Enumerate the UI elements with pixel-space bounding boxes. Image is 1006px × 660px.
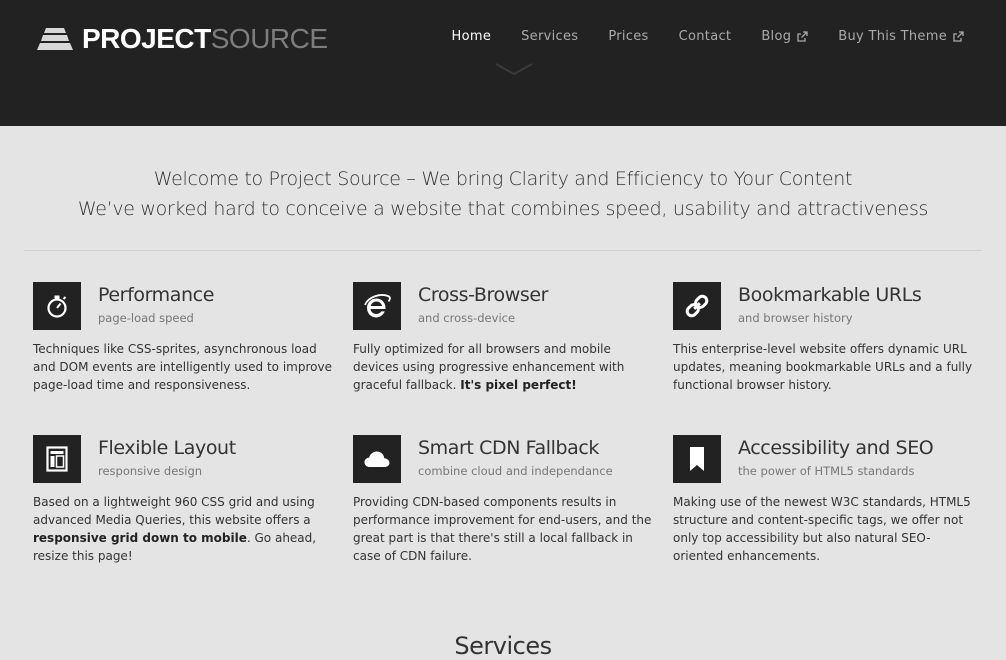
feature-subtitle: responsive design <box>98 464 203 478</box>
divider <box>24 250 982 251</box>
feature-title: Accessibility and SEO <box>738 437 934 459</box>
external-link-icon <box>953 31 964 42</box>
nav-contact[interactable]: Contact <box>679 28 732 46</box>
feature-subtitle: page-load speed <box>98 311 194 325</box>
intro-text: Welcome to Project Source – We bring Cla… <box>0 164 1006 224</box>
nav-blog-label: Blog <box>761 29 792 44</box>
pyramid-logo-icon <box>37 28 73 50</box>
cloud-icon <box>353 435 401 483</box>
feature-subtitle: and cross-device <box>418 311 516 325</box>
nav-prices[interactable]: Prices <box>608 28 648 46</box>
browser-e-icon <box>353 282 401 330</box>
feature-description: Making use of the newest W3C standards, … <box>673 495 971 563</box>
logo-text-source: SOURCE <box>210 23 328 54</box>
feature-title: Flexible Layout <box>98 437 236 459</box>
nav-services[interactable]: Services <box>521 28 578 46</box>
feature-title: Performance <box>98 284 215 306</box>
feature-description: Providing CDN-based components results i… <box>353 495 652 563</box>
nav-contact-label: Contact <box>678 29 732 44</box>
services-heading: Services <box>454 632 552 660</box>
nav-home[interactable]: Home <box>452 28 492 46</box>
nav-prices-label: Prices <box>608 29 649 44</box>
feature-title: Cross-Browser <box>418 284 549 306</box>
link-icon <box>673 282 721 330</box>
external-link-icon <box>797 31 808 42</box>
intro-line-1: Welcome to Project Source – We bring Cla… <box>153 168 853 190</box>
active-nav-pointer-icon <box>495 63 533 75</box>
logo[interactable]: PROJECTSOURCE <box>36 22 328 56</box>
feature-title: Smart CDN Fallback <box>418 437 600 459</box>
bookmark-icon <box>673 435 721 483</box>
nav-services-label: Services <box>521 29 579 44</box>
nav-buy-theme[interactable]: Buy This Theme <box>838 28 964 46</box>
logo-text-project: PROJECT <box>82 23 211 54</box>
feature-title: Bookmarkable URLs <box>738 284 922 306</box>
feature-description: Fully optimized for all browsers and mob… <box>353 342 625 392</box>
nav-buy-theme-label: Buy This Theme <box>838 29 947 44</box>
feature-subtitle: and browser history <box>738 311 853 325</box>
nav-blog[interactable]: Blog <box>761 28 808 46</box>
main-content: Welcome to Project Source – We bring Cla… <box>0 126 1006 660</box>
feature-subtitle: combine cloud and independance <box>418 464 613 478</box>
nav-home-label: Home <box>451 29 492 44</box>
feature-description: Techniques like CSS-sprites, asynchronou… <box>33 342 332 392</box>
stopwatch-icon <box>33 282 81 330</box>
feature-description: This enterprise-level website offers dyn… <box>673 342 973 392</box>
site-header: PROJECTSOURCE Home Services Prices Conta… <box>0 0 1006 126</box>
feature-description: Based on a lightweight 960 CSS grid and … <box>33 495 317 563</box>
main-nav: Home Services Prices Contact Blog Buy Th… <box>422 28 964 46</box>
layout-icon <box>33 435 81 483</box>
intro-line-2: We’ve worked hard to conceive a website … <box>77 198 929 220</box>
feature-subtitle: the power of HTML5 standards <box>738 464 915 478</box>
